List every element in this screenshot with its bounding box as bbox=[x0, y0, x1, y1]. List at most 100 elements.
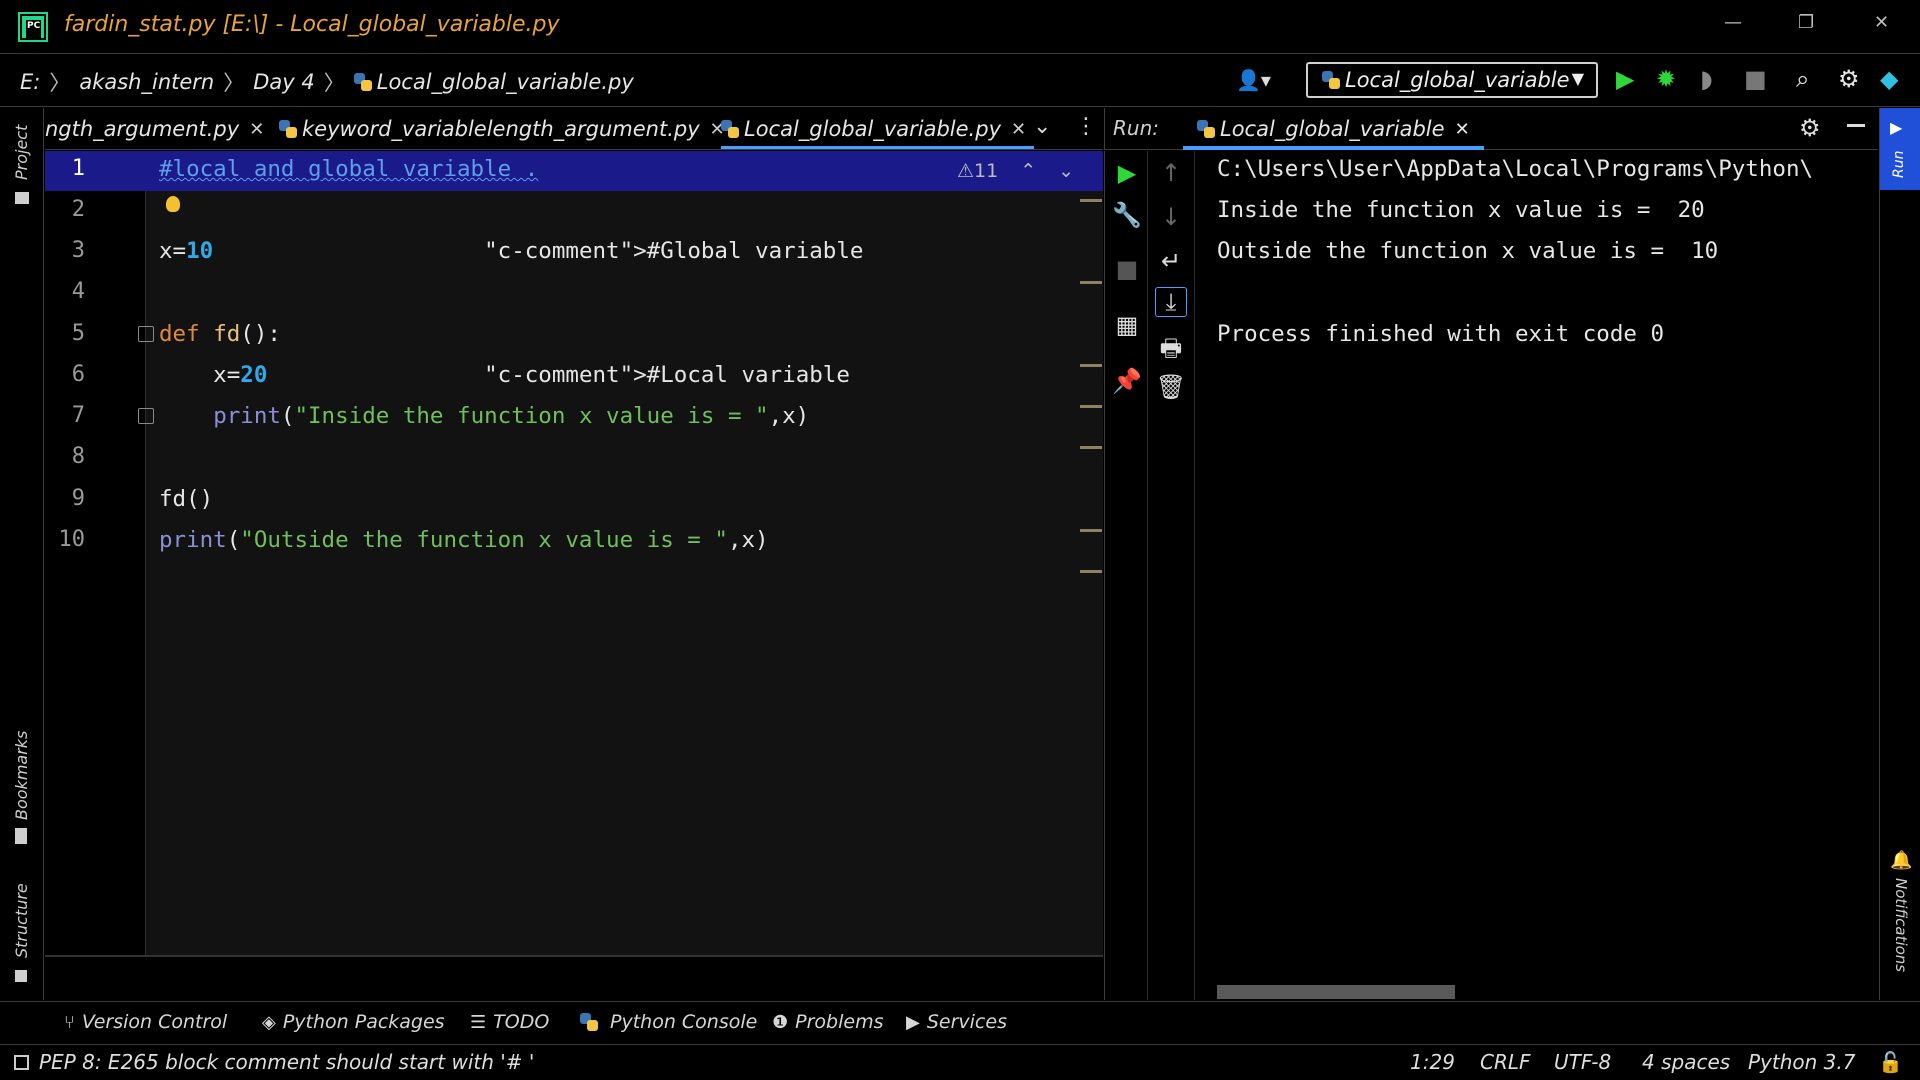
code-line-5: def fd(): bbox=[159, 321, 281, 347]
settings-gear-icon[interactable]: ⚙ bbox=[1838, 65, 1860, 93]
run-configuration-dropdown[interactable]: Local_global_variable ▼ bbox=[1306, 62, 1598, 98]
pycharm-logo-icon: PC bbox=[18, 12, 48, 42]
layout-icon[interactable]: ▦ bbox=[1105, 311, 1149, 339]
left-tool-strip: Project Bookmarks Structure bbox=[0, 108, 44, 1000]
scroll-to-end-icon[interactable]: ⤓ bbox=[1155, 287, 1187, 317]
folder-icon bbox=[15, 192, 29, 204]
tab-length-argument[interactable]: ngth_argument.py ✕ bbox=[45, 108, 264, 149]
jetbrains-toolbox-icon[interactable]: ◆ bbox=[1880, 65, 1898, 93]
fold-marker-icon[interactable] bbox=[138, 326, 154, 342]
trash-icon[interactable]: 🗑 bbox=[1149, 373, 1193, 401]
settings-gear-icon[interactable]: ⚙ bbox=[1799, 114, 1821, 142]
breadcrumb-subfolder[interactable]: Day 4 bbox=[253, 70, 315, 94]
code-line-3: x=10 "c-comment">#Global variable bbox=[159, 238, 863, 264]
run-play-icon[interactable]: ▶ bbox=[1616, 65, 1634, 93]
more-options-icon[interactable]: ⋮ bbox=[1075, 114, 1097, 139]
scrollbar-marker[interactable] bbox=[1080, 529, 1102, 532]
python-interpreter[interactable]: Python 3.7 bbox=[1748, 1050, 1856, 1074]
lightbulb-hint-icon[interactable] bbox=[166, 196, 180, 212]
line-number: 2 bbox=[71, 197, 85, 222]
code-line-10: print("Outside the function x value is =… bbox=[159, 527, 769, 553]
print-icon[interactable]: 🖶 bbox=[1149, 331, 1193, 372]
info-icon: ❶ bbox=[772, 1011, 789, 1033]
python-packages-tool-button[interactable]: ◈ Python Packages bbox=[262, 1011, 445, 1033]
project-tool-button[interactable]: Project bbox=[12, 125, 31, 180]
scrollbar-marker[interactable] bbox=[1080, 405, 1102, 408]
breadcrumb-file[interactable]: Local_global_variable.py bbox=[377, 70, 634, 94]
python-file-icon bbox=[1197, 120, 1215, 138]
search-icon[interactable]: ⌕ bbox=[1796, 65, 1809, 93]
status-message: PEP 8: E265 block comment should start w… bbox=[14, 1050, 534, 1074]
scrollbar-marker[interactable] bbox=[1080, 281, 1102, 284]
restore-button[interactable]: ❐ bbox=[1798, 12, 1814, 33]
stop-icon[interactable]: ■ bbox=[1744, 65, 1767, 93]
caret-position[interactable]: 1:29 bbox=[1410, 1050, 1455, 1074]
chevron-right-icon: 〉 bbox=[49, 71, 71, 95]
user-account-icon[interactable]: 👤▾ bbox=[1236, 68, 1271, 92]
tool-window-toggle-icon[interactable] bbox=[14, 1054, 29, 1070]
code-text: fd() bbox=[159, 486, 214, 512]
services-tool-button[interactable]: ▶ Services bbox=[906, 1011, 1007, 1033]
minimize-panel-icon[interactable] bbox=[1847, 124, 1865, 127]
notifications-tool-button[interactable]: Notifications bbox=[1892, 878, 1910, 972]
fold-marker-icon[interactable] bbox=[138, 408, 154, 424]
scrollbar-marker[interactable] bbox=[1080, 364, 1102, 367]
console-line: Outside the function x value is = 10 bbox=[1217, 238, 1719, 264]
close-tab-icon[interactable]: ✕ bbox=[1455, 119, 1470, 140]
inspection-widget[interactable]: ⚠11 ⌃ ⌄ bbox=[957, 160, 1074, 182]
pin-icon[interactable]: 📌 bbox=[1105, 367, 1149, 395]
close-window-button[interactable]: ✕ bbox=[1874, 12, 1889, 33]
arrow-down-icon[interactable]: ↓ bbox=[1149, 203, 1193, 231]
status-bar: PEP 8: E265 block comment should start w… bbox=[0, 1046, 1920, 1080]
file-encoding[interactable]: UTF-8 bbox=[1554, 1050, 1611, 1074]
tabs-dropdown-chevron-icon[interactable]: ⌄ bbox=[1033, 114, 1051, 139]
breadcrumb-folder[interactable]: akash_intern bbox=[79, 70, 214, 94]
run-tool-button[interactable]: ▶ Run bbox=[1880, 108, 1920, 190]
next-highlight-chevron-icon[interactable]: ⌄ bbox=[1058, 160, 1074, 182]
minimize-button[interactable]: — bbox=[1724, 12, 1742, 33]
indentation[interactable]: 4 spaces bbox=[1642, 1050, 1730, 1074]
breadcrumb-drive[interactable]: E: bbox=[20, 70, 40, 94]
editor-tab-bar: ngth_argument.py ✕ keyword_variablelengt… bbox=[45, 108, 1103, 150]
code-text: print("Outside the function x value is =… bbox=[159, 527, 769, 553]
tab-local-global-variable[interactable]: Local_global_variable.py ✕ bbox=[721, 108, 1035, 149]
code-line-1: #local and global variable . bbox=[159, 156, 538, 182]
line-number: 3 bbox=[71, 238, 85, 263]
stop-icon[interactable]: ■ bbox=[1105, 255, 1149, 283]
todo-tool-button[interactable]: ☰ TODO bbox=[470, 1011, 549, 1033]
run-console-output[interactable]: C:\Users\User\AppData\Local\Programs\Pyt… bbox=[1196, 151, 1878, 1000]
code-text: def fd(): bbox=[159, 321, 281, 347]
console-line: Process finished with exit code 0 bbox=[1217, 321, 1665, 347]
tab-keyword-variablelength-argument[interactable]: keyword_variablelength_argument.py ✕ bbox=[279, 108, 725, 149]
rerun-icon[interactable]: ▶ bbox=[1105, 159, 1149, 187]
scrollbar-marker[interactable] bbox=[1080, 199, 1102, 202]
close-tab-icon[interactable]: ✕ bbox=[1011, 119, 1026, 140]
run-tab[interactable]: Local_global_variable ✕ bbox=[1183, 108, 1484, 150]
bottom-tool-bar: ⑂ Version Control ◈ Python Packages ☰ TODO … bbox=[0, 1001, 1920, 1045]
soft-wrap-icon[interactable]: ↵ bbox=[1149, 247, 1193, 275]
tool-label: Version Control bbox=[81, 1011, 228, 1033]
structure-tool-button[interactable]: Structure bbox=[12, 883, 31, 958]
bookmarks-tool-button[interactable]: Bookmarks bbox=[12, 731, 31, 820]
run-toolbar-right: ↑ ↓ ↵ ⤓ 🖶 🗑 bbox=[1149, 151, 1195, 1000]
python-console-tool-button[interactable]: Python Console bbox=[580, 1011, 757, 1033]
close-tab-icon[interactable]: ✕ bbox=[249, 119, 264, 140]
line-number: 8 bbox=[71, 444, 85, 469]
version-control-tool-button[interactable]: ⑂ Version Control bbox=[64, 1011, 227, 1033]
line-number: 5 bbox=[71, 321, 85, 346]
horizontal-scrollbar[interactable] bbox=[1217, 985, 1455, 999]
lock-icon[interactable]: 🔓 bbox=[1878, 1050, 1903, 1074]
problems-tool-button[interactable]: ❶ Problems bbox=[772, 1011, 883, 1033]
coverage-icon[interactable]: ◗ bbox=[1700, 65, 1713, 93]
debug-bug-icon[interactable]: ✹ bbox=[1656, 65, 1676, 93]
previous-highlight-chevron-icon[interactable]: ⌃ bbox=[1020, 160, 1036, 182]
notification-bell-icon[interactable]: 🔔 bbox=[1890, 850, 1912, 871]
scrollbar-marker[interactable] bbox=[1080, 570, 1102, 573]
wrench-icon[interactable]: 🔧 bbox=[1105, 201, 1149, 229]
arrow-up-icon[interactable]: ↑ bbox=[1149, 159, 1193, 187]
scrollbar-marker[interactable] bbox=[1080, 446, 1102, 449]
line-number: 6 bbox=[71, 362, 85, 387]
navigation-bar: E: 〉 akash_intern 〉 Day 4 〉 Local_global… bbox=[0, 55, 1920, 107]
line-separator[interactable]: CRLF bbox=[1480, 1050, 1531, 1074]
code-editor[interactable]: 1 2 3 4 5 6 7 8 9 10 #local and global v… bbox=[45, 151, 1103, 957]
